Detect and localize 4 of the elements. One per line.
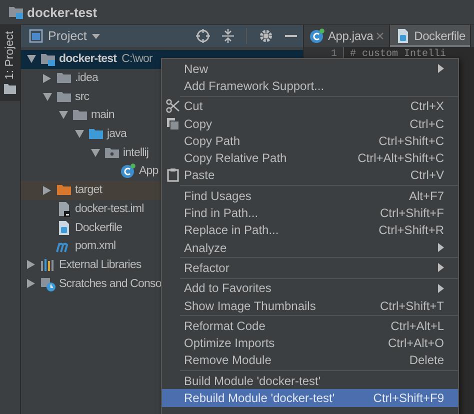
window-title: docker-test bbox=[27, 4, 98, 20]
line-number: 1 bbox=[330, 49, 337, 60]
path-text: C:\wor bbox=[122, 53, 152, 66]
code-line: # custom Intelli bbox=[350, 49, 446, 60]
